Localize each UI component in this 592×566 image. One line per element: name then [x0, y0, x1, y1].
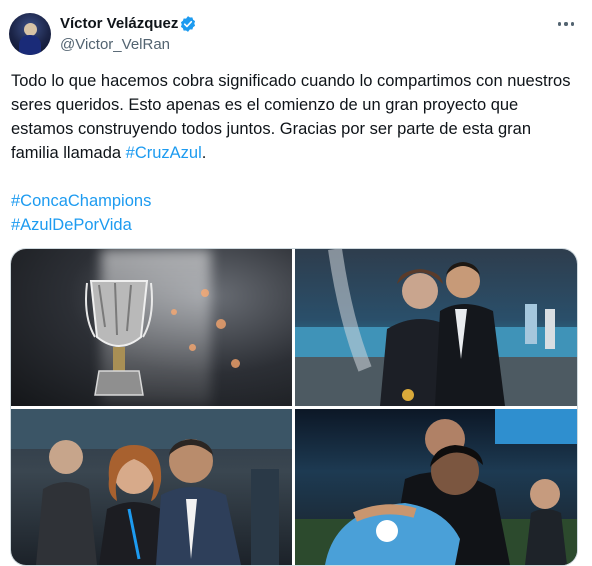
photo-couple[interactable]: [11, 409, 292, 565]
tweet-card: Víctor Velázquez @Victor_VelRan Todo lo …: [0, 0, 592, 566]
bokeh-light: [189, 344, 196, 351]
photo-scene: [295, 249, 577, 406]
author-name[interactable]: Víctor Velázquez: [60, 15, 178, 32]
tweet-body: Todo lo que hacemos cobra significado cu…: [11, 72, 571, 162]
more-options-button[interactable]: [554, 12, 578, 36]
photo-trophy[interactable]: [11, 249, 292, 406]
bokeh-light: [231, 359, 240, 368]
hashtag-link[interactable]: #AzulDePorVida: [11, 213, 151, 237]
author-handle[interactable]: @Victor_VelRan: [60, 36, 170, 53]
avatar-body: [19, 35, 41, 55]
photo-two-people[interactable]: [295, 249, 577, 406]
hashtag-link[interactable]: #ConcaChampions: [11, 189, 151, 213]
tweet-text: Todo lo que hacemos cobra significado cu…: [11, 69, 581, 165]
photo-scene: [295, 409, 577, 565]
verified-badge-icon: [180, 16, 196, 32]
hashtag-list: #ConcaChampions #AzulDePorVida: [11, 189, 151, 237]
bokeh-light: [216, 319, 226, 329]
bokeh-light: [201, 289, 209, 297]
dot: [571, 22, 575, 26]
more-horizontal-icon: [557, 22, 561, 26]
media-grid: [10, 248, 578, 566]
avatar[interactable]: [9, 13, 51, 55]
tweet-body-end: .: [201, 144, 207, 162]
dot: [564, 22, 568, 26]
photo-embrace[interactable]: [295, 409, 577, 565]
trophy-icon: [85, 280, 153, 396]
hashtag-link[interactable]: #CruzAzul: [126, 144, 202, 162]
bokeh-light: [171, 309, 177, 315]
photo-scene: [11, 409, 292, 565]
